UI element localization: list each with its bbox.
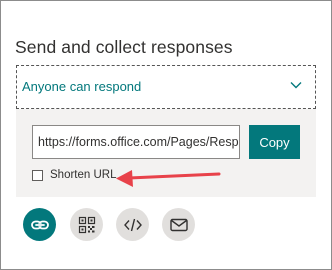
- copy-button[interactable]: Copy: [249, 125, 300, 159]
- audience-dropdown-value: Anyone can respond: [22, 79, 142, 94]
- audience-dropdown[interactable]: Anyone can respond: [16, 65, 316, 109]
- callout-arrow-icon: [116, 170, 221, 187]
- link-icon: [30, 220, 49, 229]
- share-embed-button[interactable]: [116, 208, 149, 241]
- email-icon: [169, 218, 188, 231]
- embed-code-icon: [123, 218, 142, 231]
- share-link-button[interactable]: [23, 208, 56, 241]
- qr-code-icon: [78, 216, 95, 233]
- share-panel: Send and collect responses Anyone can re…: [0, 0, 332, 270]
- share-qr-button[interactable]: [70, 208, 103, 241]
- shorten-url-label: Shorten URL: [50, 169, 117, 181]
- share-email-button[interactable]: [162, 208, 195, 241]
- shorten-url-option[interactable]: Shorten URL: [32, 169, 116, 181]
- panel-title: Send and collect responses: [15, 37, 233, 57]
- shorten-url-checkbox[interactable]: [32, 169, 43, 181]
- share-url-input[interactable]: [32, 125, 240, 159]
- chevron-down-icon: [290, 82, 302, 89]
